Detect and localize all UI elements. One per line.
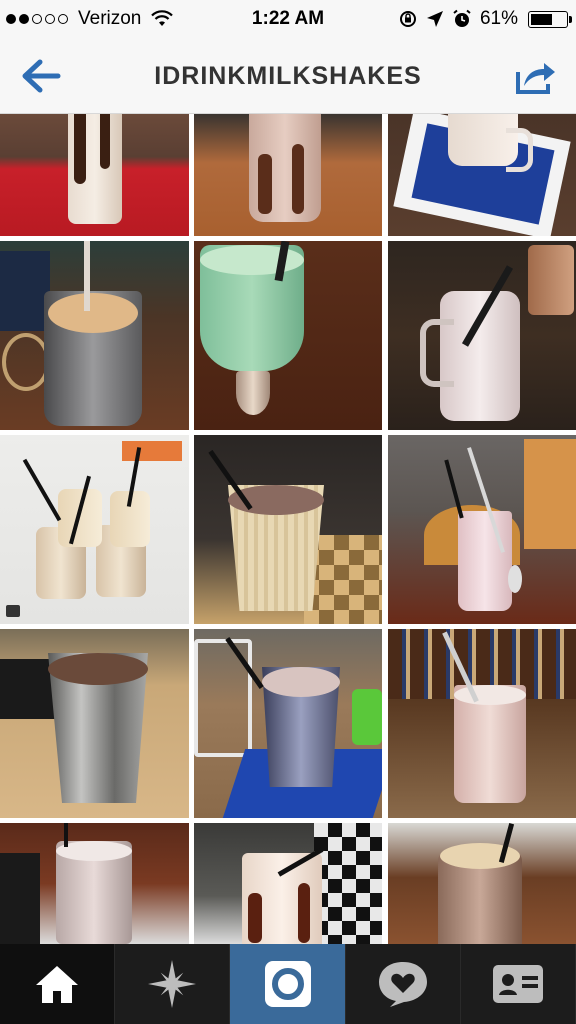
status-right: 61%	[398, 8, 572, 30]
share-icon	[516, 63, 555, 94]
camera-icon	[264, 961, 311, 1007]
tab-bar	[0, 944, 576, 1024]
battery-percent: 61%	[479, 8, 518, 29]
photo-tile[interactable]	[0, 241, 189, 430]
tab-home[interactable]	[0, 944, 116, 1024]
photo-tile[interactable]	[388, 241, 576, 430]
tab-camera[interactable]	[230, 944, 346, 1024]
photo-grid	[0, 114, 576, 944]
photo-tile[interactable]	[0, 823, 189, 944]
photo-tile[interactable]	[388, 823, 576, 944]
photo-tile[interactable]	[0, 435, 189, 624]
share-button[interactable]	[514, 56, 558, 96]
tab-profile[interactable]	[461, 944, 576, 1024]
explore-star-icon	[148, 960, 197, 1008]
photo-tile[interactable]	[388, 629, 576, 818]
home-icon	[36, 966, 79, 1003]
navigation-bar: IDRINKMILKSHAKES	[0, 38, 576, 114]
tab-activity[interactable]	[346, 944, 461, 1024]
photo-tile[interactable]	[194, 241, 382, 430]
activity-heart-icon	[378, 962, 427, 1007]
rotation-lock-icon	[399, 11, 416, 27]
photo-tile[interactable]	[0, 629, 189, 818]
photo-tile[interactable]	[388, 114, 576, 236]
profile-card-icon	[492, 965, 543, 1003]
location-arrow-icon	[426, 11, 443, 27]
photo-tile[interactable]	[194, 114, 382, 236]
photo-tile[interactable]	[0, 114, 189, 236]
tab-explore[interactable]	[115, 944, 231, 1024]
page-title: IDRINKMILKSHAKES	[154, 62, 422, 90]
status-bar: Verizon 1:22 AM 61%	[0, 0, 576, 38]
photo-tile[interactable]	[194, 823, 382, 944]
photo-tile[interactable]	[388, 435, 576, 624]
photo-tile[interactable]	[194, 629, 382, 818]
alarm-clock-icon	[453, 9, 471, 27]
photo-tile[interactable]	[194, 435, 382, 624]
battery-fill	[531, 13, 552, 25]
battery-icon	[528, 10, 572, 28]
user-tag-icon	[6, 605, 20, 617]
